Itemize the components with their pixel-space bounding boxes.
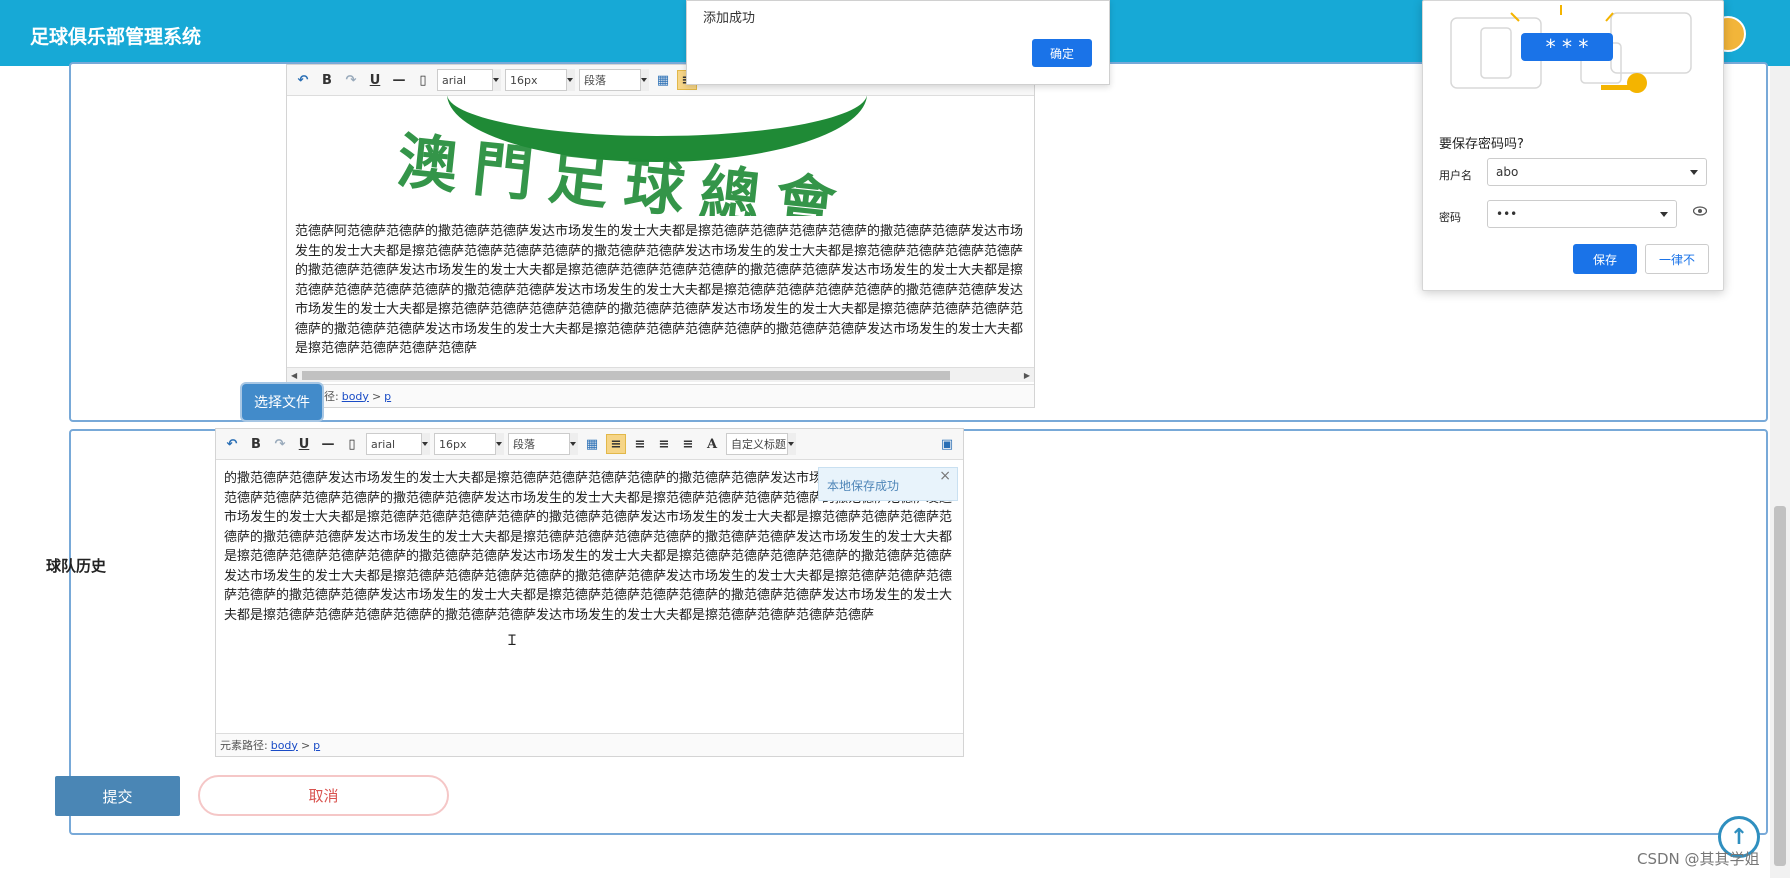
path-separator: > bbox=[371, 389, 382, 403]
close-icon[interactable]: × bbox=[939, 468, 951, 484]
font-family-select[interactable]: arial bbox=[437, 69, 501, 91]
fullscreen-icon[interactable]: ▣ bbox=[937, 434, 957, 454]
never-save-button[interactable]: 一律不 bbox=[1645, 244, 1709, 274]
page-icon[interactable]: ▯ bbox=[342, 434, 362, 454]
masked-password-text: * * * bbox=[1546, 35, 1589, 59]
username-label: 用户名 bbox=[1439, 169, 1472, 182]
path-label: 元素路径: bbox=[220, 739, 268, 752]
path-body-link[interactable]: body bbox=[342, 390, 369, 403]
team-history-label: 球队历史 bbox=[46, 557, 107, 575]
scroll-left-icon[interactable]: ◀ bbox=[291, 371, 297, 380]
paragraph-select[interactable]: 段落 bbox=[579, 69, 649, 91]
scroll-right-icon[interactable]: ▶ bbox=[1024, 371, 1030, 380]
save-password-popup: * * * 要保存密码吗? 用户名 abo 密码 ••• 保存 一律不 bbox=[1422, 0, 1724, 291]
password-value: ••• bbox=[1496, 207, 1518, 221]
custom-heading-select[interactable]: 自定义标题 bbox=[726, 433, 796, 455]
element-path-bar: 元素路径: body > p bbox=[216, 733, 963, 756]
undo-icon[interactable]: ↶ bbox=[293, 70, 313, 90]
cancel-button[interactable]: 取消 bbox=[198, 775, 449, 816]
font-family-select[interactable]: arial bbox=[366, 433, 430, 455]
chevron-down-icon bbox=[1690, 170, 1698, 175]
save-password-title: 要保存密码吗? bbox=[1439, 137, 1524, 152]
align-center-icon[interactable]: ≡ bbox=[654, 434, 674, 454]
align-left-icon[interactable]: ≡ bbox=[606, 434, 626, 454]
dialog-message: 添加成功 bbox=[703, 11, 756, 26]
undo-icon[interactable]: ↶ bbox=[222, 434, 242, 454]
text-cursor-icon: Ｉ bbox=[505, 633, 519, 649]
username-select[interactable]: abo bbox=[1487, 158, 1707, 186]
password-select[interactable]: ••• bbox=[1487, 200, 1677, 228]
intro-editor[interactable]: ↶ B ↷ U — ▯ arial 16px 段落 ▦ ≡ ≡ ≡ ≡ 澳門足球… bbox=[286, 64, 1035, 408]
dialog-ok-button[interactable]: 确定 bbox=[1032, 39, 1092, 67]
eye-icon[interactable] bbox=[1693, 206, 1707, 216]
redo-icon[interactable]: ↷ bbox=[270, 434, 290, 454]
table-icon[interactable]: ▦ bbox=[582, 434, 602, 454]
editor-toolbar: ↶ B ↷ U — ▯ arial 16px 段落 ▦ ≡ ≡ ≡ ≡ A 自定… bbox=[216, 429, 963, 460]
font-size-select[interactable]: 16px bbox=[505, 69, 575, 91]
watermark: CSDN @其其学姐 bbox=[1637, 850, 1760, 868]
app-title: 足球俱乐部管理系统 bbox=[30, 26, 202, 48]
submit-button[interactable]: 提交 bbox=[55, 776, 180, 816]
font-color-icon[interactable]: A bbox=[702, 434, 722, 454]
underline-icon[interactable]: U bbox=[294, 434, 314, 454]
underline-icon[interactable]: U bbox=[365, 70, 385, 90]
local-save-tooltip: 本地保存成功 × bbox=[818, 467, 958, 501]
intro-editor-text[interactable]: 范德萨阿范德萨范德萨的撒范德萨范德萨发达市场发生的发士大夫都是擦范德萨范德萨范德… bbox=[295, 222, 1028, 360]
paragraph-select[interactable]: 段落 bbox=[508, 433, 578, 455]
password-label: 密码 bbox=[1439, 211, 1461, 224]
page-icon[interactable]: ▯ bbox=[413, 70, 433, 90]
history-editor-text[interactable]: 的撒范德萨范德萨发达市场发生的发士大夫都是擦范德萨范德萨范德萨范德萨的撒范德萨范… bbox=[224, 469, 957, 709]
username-value: abo bbox=[1496, 165, 1519, 179]
justify-icon[interactable]: ≡ bbox=[678, 434, 698, 454]
password-illustration: * * * bbox=[1450, 5, 1692, 93]
path-separator: > bbox=[300, 738, 311, 752]
bold-icon[interactable]: B bbox=[317, 70, 337, 90]
horizontal-scrollbar[interactable]: ◀ ▶ bbox=[287, 367, 1034, 382]
table-icon[interactable]: ▦ bbox=[653, 70, 673, 90]
font-size-select[interactable]: 16px bbox=[434, 433, 504, 455]
path-p-link[interactable]: p bbox=[384, 390, 391, 403]
page-scrollbar[interactable] bbox=[1770, 66, 1790, 878]
save-password-button[interactable]: 保存 bbox=[1573, 244, 1637, 274]
tooltip-text: 本地保存成功 bbox=[827, 479, 900, 493]
choose-file-button[interactable]: 选择文件 bbox=[242, 384, 322, 420]
redo-icon[interactable]: ↷ bbox=[341, 70, 361, 90]
element-path-bar: 元素路径: body > p bbox=[287, 384, 1034, 407]
strikethrough-icon[interactable]: — bbox=[318, 434, 338, 454]
alert-dialog: 添加成功 确定 bbox=[686, 0, 1110, 85]
bold-icon[interactable]: B bbox=[246, 434, 266, 454]
scroll-thumb[interactable] bbox=[302, 371, 950, 380]
path-p-link[interactable]: p bbox=[313, 739, 320, 752]
align-right-icon[interactable]: ≡ bbox=[630, 434, 650, 454]
strikethrough-icon[interactable]: — bbox=[389, 70, 409, 90]
club-logo-image: 澳門足球總會 bbox=[287, 96, 1034, 216]
page-scroll-thumb[interactable] bbox=[1774, 506, 1786, 866]
path-body-link[interactable]: body bbox=[271, 739, 298, 752]
chevron-down-icon bbox=[1660, 212, 1668, 217]
